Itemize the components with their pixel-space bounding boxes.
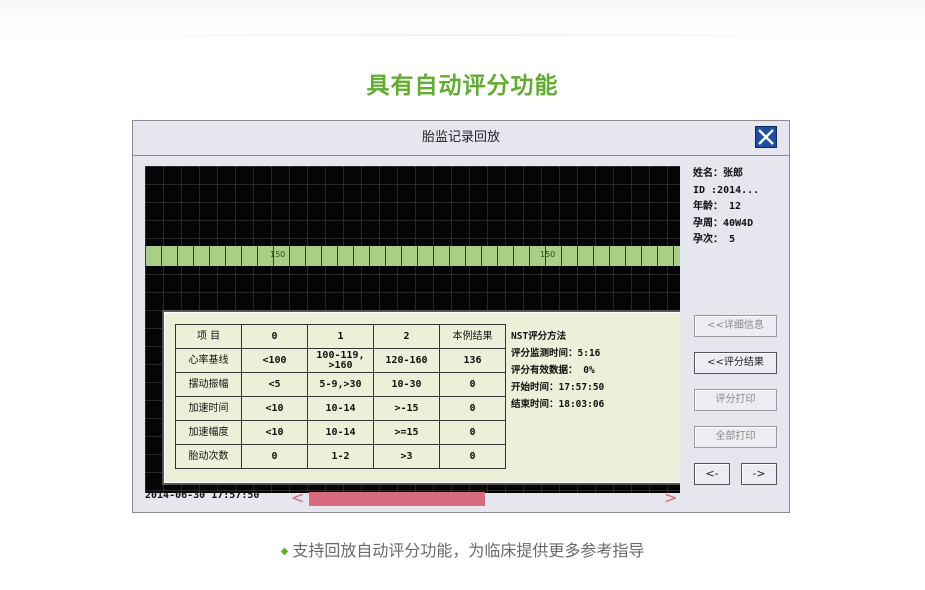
table-cell: <100 [241, 348, 308, 373]
close-icon[interactable] [755, 126, 777, 148]
table-row: 加速时间 <10 10-14 >-15 0 [175, 396, 506, 421]
patient-pregnancy-count: 孕次： 5 [693, 234, 736, 245]
nst-end-time: 结束时间：18:03:06 [511, 399, 605, 410]
nst-title: NST评分方法 [511, 331, 567, 342]
table-cell: 加速时间 [175, 396, 242, 421]
table-row: 胎动次数 0 1-2 >3 0 [175, 444, 506, 469]
table-cell: 胎动次数 [175, 444, 242, 469]
scroll-left-arrow[interactable]: < [291, 488, 304, 507]
print-all-button[interactable]: 全部打印 [694, 426, 777, 448]
patient-age: 年龄： 12 [693, 201, 742, 212]
table-cell: 0 [439, 396, 506, 421]
table-cell: 心率基线 [175, 348, 242, 373]
patient-name: 姓名：张郎 [693, 168, 743, 179]
header-cell: 本例结果 [439, 324, 506, 349]
score-result-button[interactable]: <<评分结果 [694, 352, 777, 374]
table-cell: 120-160 [373, 348, 440, 373]
score-table: 项 目 0 1 2 本例结果 心率基线 <100 100-119, >160 1… [175, 324, 506, 469]
table-cell: 加速幅度 [175, 420, 242, 445]
table-cell: 1-2 [307, 444, 374, 469]
nst-valid-data: 评分有效数据： 0% [511, 365, 595, 376]
table-cell: 100-119, >160 [307, 348, 374, 373]
fetal-monitor-graph: 150 150 项 目 0 1 2 本例结果 心率基线 <100 100-119… [145, 166, 680, 493]
nst-score-dialog: 项 目 0 1 2 本例结果 心率基线 <100 100-119, >160 1… [162, 310, 680, 485]
header-cell: 2 [373, 324, 440, 349]
table-cell: 136 [439, 348, 506, 373]
table-cell: 0 [439, 420, 506, 445]
table-row: 摆动振幅 <5 5-9,>30 10-30 0 [175, 372, 506, 397]
table-cell: <5 [241, 372, 308, 397]
patient-info: 姓名：张郎 ID :2014... 年龄： 12 孕周：40W4D 孕次： 5 [693, 166, 759, 249]
details-button[interactable]: <<详细信息 [694, 315, 777, 337]
scrollbar[interactable] [309, 492, 661, 506]
scroll-right-arrow[interactable]: > [664, 488, 677, 507]
patient-id: ID :2014... [693, 184, 760, 196]
table-cell: 摆动振幅 [175, 372, 242, 397]
table-header-row: 项 目 0 1 2 本例结果 [175, 324, 506, 349]
header-cell: 0 [241, 324, 308, 349]
footer-text: 支持回放自动评分功能，为临床提供更多参考指导 [292, 541, 645, 560]
score-print-button[interactable]: 评分打印 [694, 389, 777, 411]
table-cell: 0 [439, 372, 506, 397]
table-cell: >-15 [373, 396, 440, 421]
playback-window: 胎监记录回放 150 150 项 目 0 1 2 本例结果 心率基线 <100 … [132, 120, 790, 513]
top-shadow [0, 0, 925, 40]
prev-button[interactable]: <- [694, 463, 730, 485]
nst-info: NST评分方法 评分监测时间：5:16 评分有效数据： 0% 开始时间：17:5… [511, 328, 604, 413]
table-cell: >=15 [373, 420, 440, 445]
header-cell: 项 目 [175, 324, 242, 349]
header-cell: 1 [307, 324, 374, 349]
window-title: 胎监记录回放 [133, 121, 789, 156]
table-cell: >3 [373, 444, 440, 469]
patient-gestation: 孕周：40W4D [693, 217, 754, 229]
nst-start-time: 开始时间：17:57:50 [511, 382, 605, 393]
table-cell: 5-9,>30 [307, 372, 374, 397]
table-cell: <10 [241, 420, 308, 445]
table-cell: 10-14 [307, 396, 374, 421]
table-cell: 0 [241, 444, 308, 469]
nst-monitor-time: 评分监测时间：5:16 [511, 348, 601, 359]
graph-timestamp: 2014-06-30 17:57:50 [145, 490, 260, 501]
table-cell: 0 [439, 444, 506, 469]
table-row: 加速幅度 <10 10-14 >=15 0 [175, 420, 506, 445]
table-cell: 10-30 [373, 372, 440, 397]
table-cell: <10 [241, 396, 308, 421]
page-heading: 具有自动评分功能 [366, 73, 559, 99]
next-button[interactable]: -> [741, 463, 777, 485]
table-cell: 10-14 [307, 420, 374, 445]
diamond-bullet-icon: ◆ [280, 546, 289, 557]
scroll-thumb[interactable] [309, 492, 485, 506]
footer-caption: ◆ 支持回放自动评分功能，为临床提供更多参考指导 [0, 537, 925, 561]
table-row: 心率基线 <100 100-119, >160 120-160 136 [175, 348, 506, 373]
